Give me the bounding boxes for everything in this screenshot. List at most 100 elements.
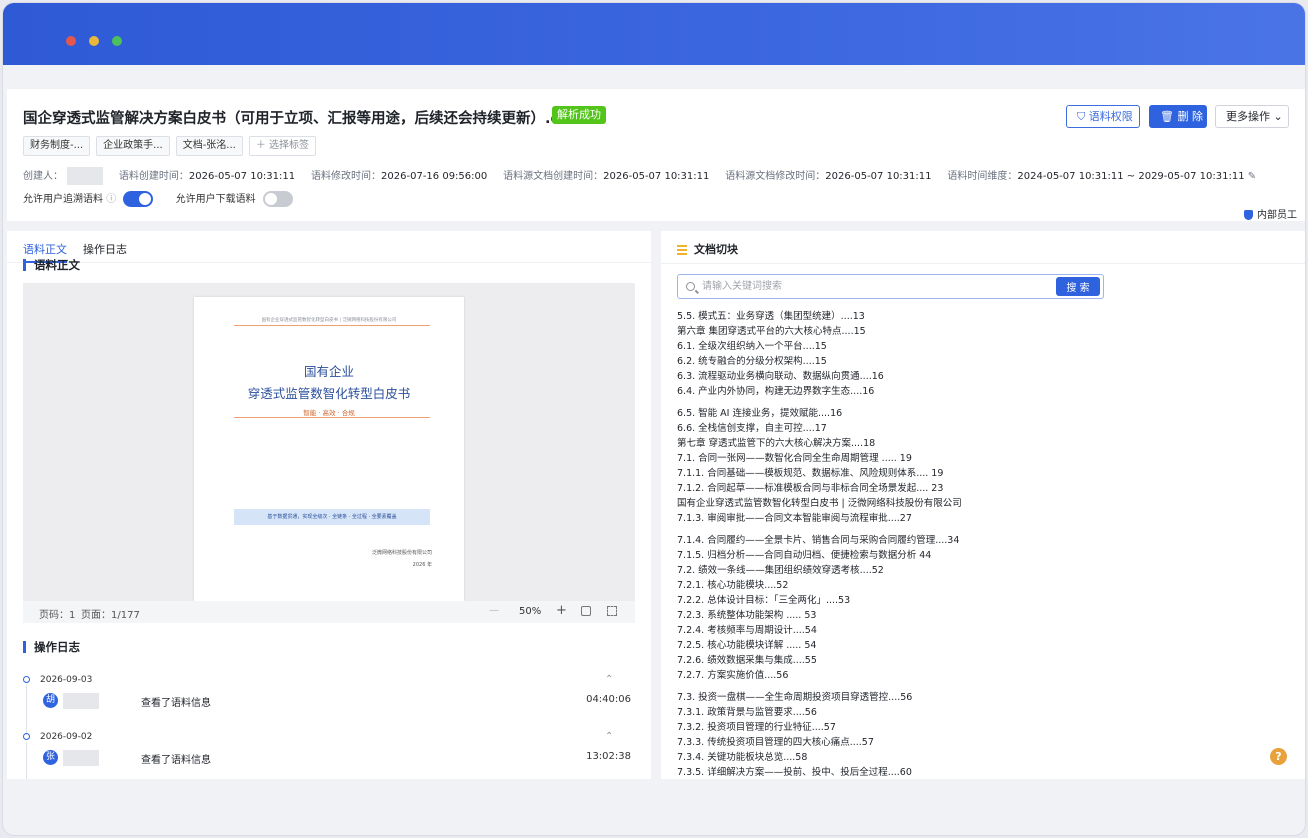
- search-button[interactable]: 搜 索: [1056, 277, 1100, 296]
- trash-icon: 🗑: [1160, 110, 1178, 123]
- chunk-line: 7.2.5. 核心功能模块详解 ..... 54: [677, 640, 817, 651]
- document-title: 国企穿透式监管解决方案白皮书（可用于立项、汇报等用途，后续还会持续更新）.doc…: [23, 111, 589, 127]
- tab-operation-log[interactable]: 操作日志: [83, 241, 127, 257]
- log-date: 2026-09-03: [23, 675, 92, 685]
- tab-corpus-body[interactable]: 语料正文: [23, 241, 67, 263]
- edit-icon[interactable]: ✎: [1248, 171, 1256, 182]
- permission-button[interactable]: ⛉ 语料权限: [1066, 105, 1140, 128]
- divider: [661, 263, 1305, 264]
- chunk-group[interactable]: 7.3. 投资一盘棋——全生命周期投资项目穿透管控....56 7.3.1. 政…: [677, 690, 1297, 779]
- shield-icon: ⛉: [1077, 110, 1089, 123]
- preview-band: 基于数据贯通，实现全级次 · 全链条 · 全过程 · 全要素覆盖: [234, 509, 430, 525]
- preview-title-line1: 国有企业: [303, 364, 354, 379]
- chunk-line: 6.3. 流程驱动业务横向联动、数据纵向贯通....16: [677, 371, 884, 382]
- chunk-line: 7.3.3. 传统投资项目管理的四大核心痛点....57: [677, 737, 874, 748]
- right-panel: 文档切块 搜 索 5.5. 模式五：业务穿透（集团型统建）....13 第六章 …: [661, 231, 1305, 779]
- fit-page-icon[interactable]: [581, 606, 591, 616]
- chunk-line: 7.2.1. 核心功能模块....52: [677, 580, 789, 591]
- chunk-line: 7.3.5. 详细解决方案——投前、投中、投后全过程....60: [677, 767, 912, 778]
- viewer-toolbar: 页码：1 页面：1/177 — 50% +: [23, 601, 635, 623]
- chunk-line: 7.2. 绩效一条线——集团组织绩效穿透考核....52: [677, 565, 884, 576]
- help-button[interactable]: ?: [1270, 748, 1287, 765]
- download-toggle-label: 允许用户下载语料: [175, 194, 256, 205]
- timeline-dot-icon: [23, 733, 30, 740]
- minimize-window-dot[interactable]: [89, 36, 99, 46]
- chevron-down-icon: ⌄: [1270, 110, 1283, 123]
- search-input[interactable]: [702, 278, 1032, 295]
- app-window: 国企穿透式监管解决方案白皮书（可用于立项、汇报等用途，后续还会持续更新）.doc…: [2, 2, 1306, 836]
- document-meta: 创建人： 语料创建时间：2026-05-07 10:31:11 语料修改时间：2…: [23, 167, 1256, 185]
- internal-staff-badge: 内部员工: [1244, 206, 1297, 221]
- chunk-line: 5.5. 模式五：业务穿透（集团型统建）....13: [677, 311, 865, 322]
- section-title-body: 语料正文: [23, 259, 80, 271]
- chunk-line: 第六章 集团穿透式平台的六大核心特点....15: [677, 326, 866, 337]
- chunk-line: 7.1.3. 审阅审批——合同文本智能审阅与流程审批....27: [677, 513, 912, 524]
- chunk-line: 7.3.1. 政策背景与监管要求....56: [677, 707, 817, 718]
- preview-divider: [234, 417, 430, 418]
- page-total: 页面：1/177: [81, 610, 140, 621]
- log-time: 13:02:38: [586, 751, 631, 762]
- chunk-line: 7.1.4. 合同履约——全景卡片、销售合同与采购合同履约管理....34: [677, 535, 960, 546]
- tag-item[interactable]: 财务制度-...: [23, 136, 91, 156]
- shield-icon: [1244, 210, 1253, 220]
- preview-page: 国有企业穿透式监管数智化转型白皮书 | 泛微网络科技股份有限公司 国有企业 穿透…: [194, 297, 464, 601]
- timeline-dot-icon: [23, 676, 30, 683]
- chunk-line: 第七章 穿透式监管下的六大核心解决方案....18: [677, 438, 876, 449]
- chunk-list[interactable]: 5.5. 模式五：业务穿透（集团型统建）....13 第六章 集团穿透式平台的六…: [677, 309, 1297, 779]
- delete-button[interactable]: 🗑 删 除: [1149, 105, 1207, 128]
- chunk-line: 7.2.7. 方案实施价值....56: [677, 670, 789, 681]
- chunk-line: 7.2.3. 系统整体功能架构 ..... 53: [677, 610, 817, 621]
- log-entry: 胡 查看了语料信息 04:40:06: [23, 691, 635, 711]
- chunk-line: 7.3. 投资一盘棋——全生命周期投资项目穿透管控....56: [677, 692, 913, 703]
- zoom-in-icon[interactable]: +: [556, 603, 567, 618]
- chunk-group[interactable]: 6.5. 智能 AI 连接业务，提效赋能....16 6.6. 全栈信创支撑，自…: [677, 406, 1297, 526]
- more-actions-button[interactable]: 更多操作 ⌄: [1215, 105, 1289, 128]
- search-icon: [686, 282, 695, 291]
- chunk-line: 7.2.4. 考核频率与周期设计....54: [677, 625, 817, 636]
- left-panel: 语料正文 操作日志 语料正文 国有企业穿透式监管数智化转型白皮书 | 泛微网络科…: [7, 231, 651, 779]
- tag-item[interactable]: 文档-张洺...: [175, 136, 243, 156]
- parse-status-badge: 解析成功: [552, 106, 606, 124]
- log-time: 04:40:06: [586, 694, 631, 705]
- trace-toggle[interactable]: [123, 191, 154, 207]
- trace-toggle-label: 允许用户追溯语料: [23, 194, 103, 205]
- chunk-line: 7.1.5. 归档分析——合同自动归档、便捷检索与数据分析 44: [677, 550, 932, 561]
- log-action: 查看了语料信息: [141, 755, 211, 766]
- preview-company: 泛微网络科技股份有限公司: [371, 550, 432, 556]
- add-tag-button[interactable]: ＋ 选择标签: [248, 136, 317, 156]
- preview-divider: [234, 325, 430, 326]
- download-toggle[interactable]: [262, 191, 293, 207]
- page-number: 页码：1: [39, 610, 76, 621]
- maximize-window-dot[interactable]: [112, 36, 122, 46]
- creator-name-redacted: [67, 167, 103, 185]
- chunk-line: 7.3.4. 关键功能板块总览....58: [677, 752, 808, 763]
- preview-subtitle: 智能 · 高效 · 合规: [303, 409, 355, 417]
- title-bar: [3, 3, 1305, 65]
- chunk-group[interactable]: 5.5. 模式五：业务穿透（集团型统建）....13 第六章 集团穿透式平台的六…: [677, 309, 1297, 399]
- chevron-up-icon[interactable]: ⌃: [605, 731, 613, 742]
- zoom-level: 50%: [519, 606, 542, 617]
- document-viewer[interactable]: 国有企业穿透式监管数智化转型白皮书 | 泛微网络科技股份有限公司 国有企业 穿透…: [23, 283, 635, 623]
- chunk-line: 国有企业穿透式监管数智化转型白皮书 | 泛微网络科技股份有限公司: [677, 498, 962, 509]
- document-header: 国企穿透式监管解决方案白皮书（可用于立项、汇报等用途，后续还会持续更新）.doc…: [7, 89, 1305, 221]
- log-action: 查看了语料信息: [141, 698, 211, 709]
- chevron-up-icon[interactable]: ⌃: [605, 674, 613, 685]
- chunks-title: 文档切块: [677, 241, 738, 257]
- tag-list: 财务制度-... 企业政策手... 文档-张洺... ＋ 选择标签: [23, 136, 317, 156]
- user-name-redacted: [63, 693, 99, 709]
- fullscreen-icon[interactable]: [607, 606, 617, 616]
- avatar: 张: [43, 750, 58, 765]
- tag-item[interactable]: 企业政策手...: [96, 136, 170, 156]
- close-window-dot[interactable]: [66, 36, 76, 46]
- left-tabs: 语料正文 操作日志: [7, 231, 651, 263]
- chunk-line: 6.6. 全栈信创支撑，自主可控....17: [677, 423, 827, 434]
- log-date: 2026-09-02: [23, 732, 92, 742]
- chunk-line: 7.2.2. 总体设计目标：「三全两化」....53: [677, 595, 851, 606]
- chunk-group[interactable]: 7.1.4. 合同履约——全景卡片、销售合同与采购合同履约管理....34 7.…: [677, 533, 1297, 683]
- preview-year: 2026 年: [412, 562, 432, 568]
- chunk-line: 7.1. 合同一张网——数智化合同全生命周期管理 ..... 19: [677, 453, 912, 464]
- help-circle-icon[interactable]: ⓘ: [106, 194, 116, 205]
- chunk-line: 6.2. 统专融合的分级分权架构....15: [677, 356, 827, 367]
- chunk-line: 6.1. 全级次组织纳入一个平台....15: [677, 341, 827, 352]
- zoom-out-icon[interactable]: —: [489, 605, 499, 616]
